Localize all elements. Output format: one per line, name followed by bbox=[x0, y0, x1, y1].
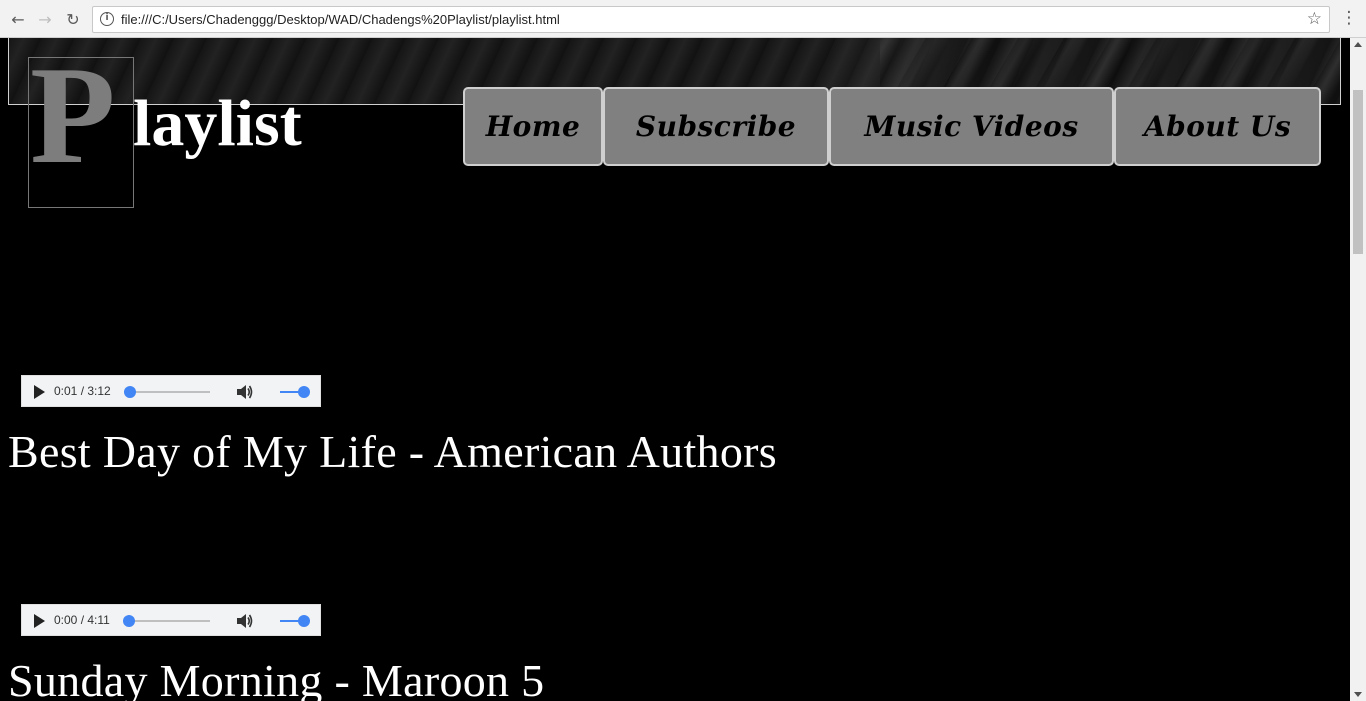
audio-player[interactable]: 0:01 / 3:12 bbox=[21, 375, 321, 407]
back-button[interactable]: ← bbox=[7, 8, 29, 30]
volume-icon[interactable] bbox=[234, 382, 254, 402]
url-text[interactable]: file:///C:/Users/Chadenggg/Desktop/WAD/C… bbox=[121, 12, 560, 27]
forward-button[interactable]: → bbox=[34, 8, 56, 30]
nav-music-videos[interactable]: Music Videos bbox=[829, 87, 1114, 166]
reload-button[interactable]: ↻ bbox=[62, 8, 84, 30]
seek-bar[interactable] bbox=[130, 391, 210, 393]
seek-handle[interactable] bbox=[124, 386, 136, 398]
play-icon[interactable] bbox=[34, 385, 45, 399]
seek-handle[interactable] bbox=[123, 615, 135, 627]
star-icon[interactable]: ☆ bbox=[1307, 9, 1322, 29]
volume-handle[interactable] bbox=[298, 386, 310, 398]
nav-about-us[interactable]: About Us bbox=[1114, 87, 1321, 166]
arrow-right-icon: → bbox=[38, 9, 52, 29]
reload-icon: ↻ bbox=[66, 9, 80, 29]
browser-toolbar: ← → ↻ i file:///C:/Users/Chadenggg/Deskt… bbox=[0, 0, 1366, 38]
scroll-down-icon[interactable] bbox=[1354, 692, 1362, 697]
address-bar[interactable]: i file:///C:/Users/Chadenggg/Desktop/WAD… bbox=[92, 6, 1330, 33]
page-viewport: P laylist Home Subscribe Music Videos Ab… bbox=[0, 38, 1350, 701]
volume-icon[interactable] bbox=[234, 611, 254, 631]
arrow-left-icon: ← bbox=[11, 9, 25, 29]
vertical-dots-icon[interactable]: ⋮ bbox=[1340, 8, 1358, 30]
song-title: Sunday Morning - Maroon 5 bbox=[8, 655, 545, 701]
info-icon[interactable]: i bbox=[100, 12, 114, 26]
nav-home[interactable]: Home bbox=[463, 87, 603, 166]
seek-bar[interactable] bbox=[130, 620, 210, 622]
vertical-scrollbar[interactable] bbox=[1350, 38, 1366, 701]
volume-handle[interactable] bbox=[298, 615, 310, 627]
logo-initial: P bbox=[30, 38, 116, 193]
audio-time: 0:00 / 4:11 bbox=[54, 613, 110, 627]
scroll-thumb[interactable] bbox=[1353, 90, 1363, 254]
audio-player[interactable]: 0:00 / 4:11 bbox=[21, 604, 321, 636]
song-title: Best Day of My Life - American Authors bbox=[8, 426, 777, 477]
scroll-up-icon[interactable] bbox=[1354, 42, 1362, 47]
play-icon[interactable] bbox=[34, 614, 45, 628]
logo-text: laylist bbox=[133, 87, 302, 160]
nav-subscribe[interactable]: Subscribe bbox=[603, 87, 829, 166]
audio-time: 0:01 / 3:12 bbox=[54, 384, 111, 398]
